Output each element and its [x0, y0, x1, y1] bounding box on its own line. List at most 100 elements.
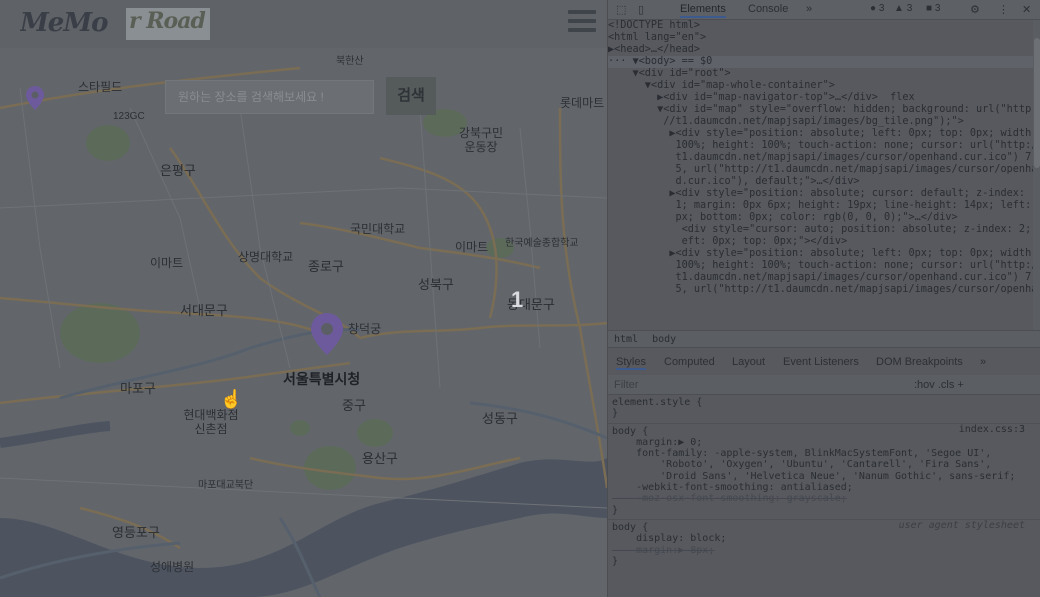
style-rule-text: 'Roboto', 'Oxygen', 'Ubuntu', 'Cantarell…	[612, 459, 992, 471]
tab-dom-breakpoints[interactable]: DOM Breakpoints	[876, 356, 963, 368]
dom-node-line[interactable]: <div style="cursor: auto; position: abso…	[608, 224, 1033, 236]
close-icon[interactable]: ✕	[1022, 3, 1031, 16]
kebab-menu-icon[interactable]: ⋮	[998, 3, 1009, 16]
dom-node-line[interactable]: ▼<div id="map-whole-container">	[608, 80, 1033, 92]
map-marker-icon[interactable]	[26, 86, 44, 115]
more-tabs-icon[interactable]: »	[980, 356, 986, 368]
dom-node-line[interactable]: ▶<head>…</head>	[608, 44, 1033, 56]
map-label: 마포구	[120, 381, 156, 396]
styles-filter-options[interactable]: :hov .cls +	[914, 379, 964, 391]
style-rule-line[interactable]: -webkit-font-smoothing: antialiased;	[608, 482, 1040, 493]
style-rule-line[interactable]: }	[608, 556, 1040, 567]
style-rule-line[interactable]: margin:▶ 0;	[608, 437, 1040, 448]
style-rule-line[interactable]: 'Droid Sans', 'Helvetica Neue', 'Nanum G…	[608, 471, 1040, 482]
selected-location-marker-icon[interactable]	[311, 313, 343, 360]
app-header: MeMo r Road	[0, 0, 607, 48]
map-label: 성동구	[482, 411, 518, 426]
tab-styles[interactable]: Styles	[616, 356, 646, 370]
tab-layout[interactable]: Layout	[732, 356, 765, 368]
tab-elements[interactable]: Elements	[680, 3, 726, 18]
tab-computed[interactable]: Computed	[664, 356, 715, 368]
dom-node-line[interactable]: eft: 0px; top: 0px;"></div>	[608, 236, 1033, 248]
breadcrumb-item[interactable]: body	[652, 334, 676, 345]
style-rule-text: -moz-osx-font-smoothing: grayscale;	[612, 493, 847, 505]
dom-node-line[interactable]: d.cur.ico"), default;">…</div>	[608, 176, 1033, 188]
style-rule-text: -webkit-font-smoothing: antialiased;	[612, 482, 853, 494]
hamburger-menu-icon[interactable]	[568, 10, 596, 36]
app-window: MeMo r Road 스타필드 123GC 이마트 은평구 국민대학교 상명대…	[0, 0, 607, 597]
dom-node-line[interactable]: ▼<div id="map" style="overflow: hidden; …	[608, 104, 1033, 116]
style-rule-line[interactable]: body { user agent stylesheet	[608, 518, 1040, 533]
memo-count-label: 1	[511, 287, 524, 312]
info-count-badge[interactable]: ■ 3	[926, 3, 940, 14]
tab-event-listeners[interactable]: Event Listeners	[783, 356, 859, 368]
devtools-panel: ⬚ ▯ Elements Console » ● 3 ▲ 3 ■ 3 ⚙ ⋮ ✕…	[607, 0, 1040, 597]
dom-node-line[interactable]: 1; margin: 0px 6px; height: 19px; line-h…	[608, 200, 1033, 212]
device-toolbar-icon[interactable]: ▯	[638, 3, 644, 16]
dom-node-line[interactable]: <!DOCTYPE html>	[608, 20, 1033, 32]
info-count: 3	[934, 3, 941, 14]
dom-node-line[interactable]: t1.daumcdn.net/mapjsapi/images/cursor/op…	[608, 272, 1033, 284]
dom-node-line[interactable]: 100%; height: 100%; touch-action: none; …	[608, 260, 1033, 272]
dom-node-line[interactable]: ▼<div id="root">	[608, 68, 1033, 80]
breadcrumb-item[interactable]: html	[614, 334, 638, 345]
map-label: 상명대학교	[238, 250, 294, 264]
style-rule-line[interactable]: }	[608, 408, 1040, 419]
map-roads	[0, 66, 607, 597]
map-label: 스타필드	[78, 80, 123, 94]
style-rule-line[interactable]: body {index.css:3	[608, 422, 1040, 437]
warning-count-badge[interactable]: ▲ 3	[894, 3, 912, 14]
dom-node-line[interactable]: ··· ▼<body> == $0	[608, 56, 1033, 68]
dom-node-line[interactable]: 5, url("http://t1.daumcdn.net/mapjsapi/i…	[608, 284, 1033, 296]
tab-console[interactable]: Console	[748, 3, 788, 15]
dom-node-line[interactable]: ▶<div id="map-navigator-top">…</div> fle…	[608, 92, 1033, 104]
dom-node-line[interactable]: ▶<div style="position: absolute; left: 0…	[608, 248, 1033, 260]
error-count-badge[interactable]: ● 3	[870, 3, 884, 14]
dom-node-line[interactable]: ▶<div style="position: absolute; left: 0…	[608, 128, 1033, 140]
dom-node-line[interactable]: t1.daumcdn.net/mapjsapi/images/cursor/op…	[608, 152, 1033, 164]
styles-tabbar: Styles Computed Layout Event Listeners D…	[608, 352, 1040, 372]
dom-node-line[interactable]: ▶<div style="position: absolute; cursor:…	[608, 188, 1033, 200]
map-canvas[interactable]: 스타필드 123GC 이마트 은평구 국민대학교 상명대학교 종로구 성북구 서…	[0, 48, 607, 597]
map-label: 중구	[342, 398, 366, 413]
map-label: 창덕궁	[348, 322, 382, 336]
style-rule-text: body {	[612, 521, 649, 533]
dom-node-line[interactable]: 5, url("http://t1.daumcdn.net/mapjsapi/i…	[608, 164, 1033, 176]
style-rule-text: element.style {	[612, 397, 703, 408]
style-rule-line[interactable]: -moz-osx-font-smoothing: grayscale;	[608, 493, 1040, 504]
dom-tree[interactable]: <!DOCTYPE html> <html lang="en"> ▶<head>…<…	[608, 20, 1033, 330]
style-rule-line[interactable]: display: block;	[608, 533, 1040, 544]
dom-scrollbar[interactable]	[1033, 20, 1040, 330]
style-rule-line[interactable]: 'Roboto', 'Oxygen', 'Ubuntu', 'Cantarell…	[608, 459, 1040, 470]
style-rule-text: margin:▶ 8px;	[612, 544, 715, 556]
styles-pane[interactable]: element.style {} body {index.css:3 margin…	[608, 397, 1040, 597]
search-button[interactable]: 검색	[386, 77, 436, 115]
style-rule-line[interactable]: margin:▶ 8px;	[608, 545, 1040, 556]
app-logo[interactable]: MeMo r Road	[20, 8, 210, 40]
map-label: 이마트	[455, 240, 489, 254]
style-rule-line[interactable]: }	[608, 505, 1040, 516]
styles-filter-input[interactable]: Filter	[614, 379, 638, 391]
style-rule-text: display: block;	[612, 533, 727, 545]
more-tabs-icon[interactable]: »	[806, 3, 812, 15]
map-label: 국민대학교	[350, 222, 406, 236]
dom-node-line[interactable]: 100%; height: 100%; touch-action: none; …	[608, 140, 1033, 152]
style-rule-line[interactable]: font-family: -apple-system, BlinkMacSyst…	[608, 448, 1040, 459]
map-label: 종로구	[308, 259, 344, 274]
gear-icon[interactable]: ⚙	[970, 3, 980, 16]
dom-node-line[interactable]: px; bottom: 0px; color: rgb(0, 0, 0);">……	[608, 212, 1033, 224]
style-rule-line[interactable]: element.style {	[608, 397, 1040, 408]
map-label: 강북구민운동장	[458, 126, 504, 154]
style-source-link[interactable]: index.css:3	[959, 424, 1025, 435]
devtools-tabbar: ⬚ ▯ Elements Console » ● 3 ▲ 3 ■ 3 ⚙ ⋮ ✕	[608, 0, 1040, 20]
map-label: 은평구	[160, 163, 196, 178]
style-source-link: user agent stylesheet	[898, 519, 1025, 531]
map-label: 성애병원	[150, 560, 195, 574]
error-count: 3	[878, 3, 885, 14]
style-rule-text: 'Droid Sans', 'Helvetica Neue', 'Nanum G…	[612, 470, 1016, 482]
inspect-element-icon[interactable]: ⬚	[616, 3, 626, 16]
dom-node-line[interactable]: <html lang="en">	[608, 32, 1033, 44]
map-label: 영등포구	[112, 525, 160, 540]
search-input[interactable]: 원하는 장소를 검색해보세요 !	[165, 80, 374, 114]
dom-node-line[interactable]: //t1.daumcdn.net/mapjsapi/images/bg_tile…	[608, 116, 1033, 128]
